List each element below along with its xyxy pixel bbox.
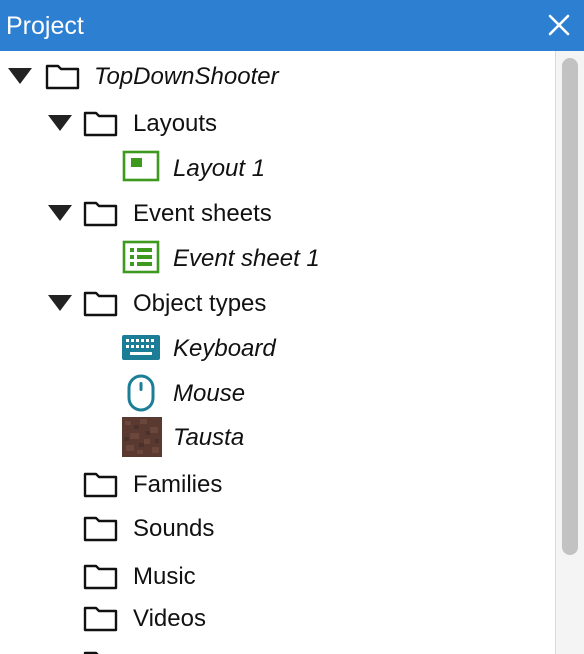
tausta-thumbnail-icon: [122, 417, 162, 457]
mouse-icon: [122, 373, 162, 413]
panel-title: Project: [6, 12, 84, 40]
folder-icon: [82, 193, 122, 233]
tree-item-families[interactable]: Families: [0, 464, 556, 504]
panel-title-bar: Project: [0, 0, 584, 51]
tree-item-label: Videos: [133, 605, 206, 632]
folder-icon: [44, 56, 84, 96]
tree-item-label: Object types: [133, 290, 267, 317]
tree-item-label: Event sheet 1: [173, 245, 320, 272]
tree-item-label: Music: [133, 563, 196, 590]
tree-item-layouts[interactable]: Layouts: [0, 103, 556, 143]
folder-icon: [82, 103, 122, 143]
expand-arrow-icon[interactable]: [48, 293, 72, 313]
tree-item-event-sheets[interactable]: Event sheets: [0, 193, 556, 233]
layout-icon: [122, 148, 162, 188]
tree-item-tausta[interactable]: Tausta: [0, 417, 556, 457]
tree-item-label: Sounds: [133, 515, 215, 542]
tree-item-sounds[interactable]: Sounds: [0, 508, 556, 548]
tree-item-topdownshooter[interactable]: TopDownShooter: [0, 56, 556, 96]
folder-icon: [82, 283, 122, 323]
tree-item-label: Mouse: [173, 380, 246, 407]
folder-icon: [82, 643, 122, 654]
tree-item-label: Tausta: [173, 424, 245, 451]
tree-item-label: Event sheets: [133, 200, 272, 227]
expand-arrow-icon[interactable]: [48, 203, 72, 223]
keyboard-icon: [122, 328, 162, 368]
event-sheet-icon: [122, 238, 162, 278]
tree-item-label: Families: [133, 471, 223, 498]
tree-item-videos[interactable]: Videos: [0, 598, 556, 638]
tree-item-music[interactable]: Music: [0, 556, 556, 596]
project-tree: TopDownShooter Layouts Layout 1 Event sh…: [0, 51, 556, 654]
expand-arrow-icon[interactable]: [48, 113, 72, 133]
scrollbar-thumb[interactable]: [562, 58, 578, 555]
tree-item-keyboard[interactable]: Keyboard: [0, 328, 556, 368]
tree-item-mouse[interactable]: Mouse: [0, 373, 556, 413]
expand-arrow-icon[interactable]: [8, 66, 32, 86]
folder-icon: [82, 508, 122, 548]
folder-icon: [82, 556, 122, 596]
tree-item-label: Layouts: [133, 110, 218, 137]
tree-item-label: TopDownShooter: [94, 63, 279, 90]
tree-item-label: Keyboard: [173, 335, 276, 362]
folder-icon: [82, 464, 122, 504]
tree-item-layout-1[interactable]: Layout 1: [0, 148, 556, 188]
tree-item-label: Layout 1: [173, 155, 266, 182]
close-icon[interactable]: [546, 12, 572, 38]
tree-item-event-sheet-1[interactable]: Event sheet 1: [0, 238, 556, 278]
folder-icon: [82, 598, 122, 638]
tree-item-partial[interactable]: [0, 643, 556, 654]
tree-item-object-types[interactable]: Object types: [0, 283, 556, 323]
